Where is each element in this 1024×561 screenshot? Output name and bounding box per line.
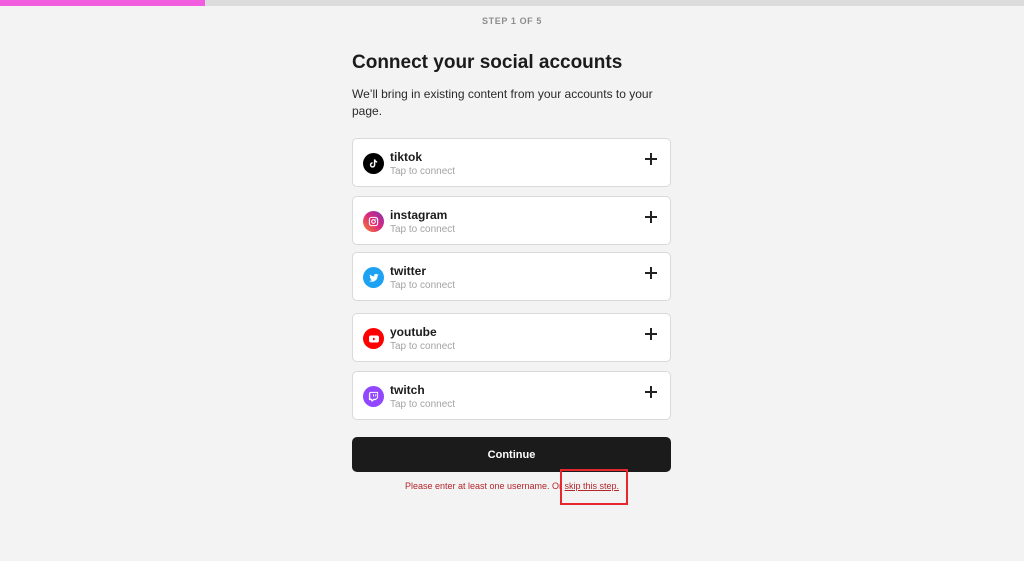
- continue-button[interactable]: Continue: [352, 437, 671, 472]
- youtube-icon: [363, 328, 384, 349]
- plus-icon[interactable]: [644, 152, 658, 166]
- plus-icon[interactable]: [644, 385, 658, 399]
- error-message: Please enter at least one username. Or s…: [0, 481, 1024, 491]
- account-hint: Tap to connect: [390, 224, 456, 235]
- connect-instagram-card[interactable]: instagram Tap to connect: [352, 196, 671, 245]
- account-name: tiktok: [390, 150, 423, 164]
- account-name: youtube: [390, 325, 437, 339]
- connect-youtube-card[interactable]: youtube Tap to connect: [352, 313, 671, 362]
- account-hint: Tap to connect: [390, 399, 456, 410]
- account-name: twitter: [390, 264, 426, 278]
- account-name: instagram: [390, 208, 448, 222]
- plus-icon[interactable]: [644, 266, 658, 280]
- error-text: Please enter at least one username. Or: [404, 481, 565, 491]
- instagram-icon: [363, 211, 384, 232]
- step-indicator: STEP 1 OF 5: [482, 16, 542, 26]
- twitter-icon: [363, 267, 384, 288]
- account-hint: Tap to connect: [390, 280, 456, 291]
- tiktok-icon: [363, 153, 384, 174]
- connect-twitter-card[interactable]: twitter Tap to connect: [352, 252, 671, 301]
- page-title: Connect your social accounts: [352, 52, 623, 73]
- twitch-icon: [363, 386, 384, 407]
- page-subtitle: We’ll bring in existing content from you…: [352, 87, 653, 118]
- plus-icon[interactable]: [644, 210, 658, 224]
- progress-bar-fill: [0, 0, 205, 6]
- account-name: twitch: [390, 383, 425, 397]
- connect-tiktok-card[interactable]: tiktok Tap to connect: [352, 138, 671, 187]
- connect-twitch-card[interactable]: twitch Tap to connect: [352, 371, 671, 420]
- annotation-highlight-box: [560, 469, 628, 505]
- account-hint: Tap to connect: [390, 341, 456, 352]
- account-hint: Tap to connect: [390, 166, 456, 177]
- progress-bar: [0, 0, 1024, 6]
- plus-icon[interactable]: [644, 327, 658, 341]
